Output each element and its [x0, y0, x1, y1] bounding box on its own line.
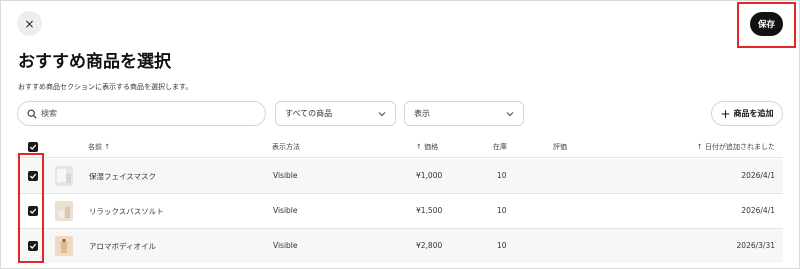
product-thumbnail — [55, 236, 73, 256]
chevron-down-icon — [378, 112, 386, 117]
product-stock: 10 — [497, 206, 507, 215]
product-filter-value: すべての商品 — [285, 109, 333, 118]
table-row[interactable]: アロマボディオイル Visible ¥2,800 10 2026/3/31 — [17, 229, 783, 263]
column-header-display: 表示方法 — [272, 143, 300, 151]
product-name: 保湿フェイスマスク — [89, 172, 157, 181]
table-row[interactable]: リラックスバスソルト Visible ¥1,500 10 2026/4/1 — [17, 194, 783, 228]
save-highlight: 保存 — [737, 2, 796, 48]
search-icon — [27, 109, 37, 119]
view-value: 表示 — [414, 109, 430, 118]
checkbox-highlight — [18, 153, 44, 263]
select-all-checkbox[interactable] — [28, 142, 38, 152]
product-stock: 10 — [497, 171, 507, 180]
product-price: ¥1,500 — [416, 206, 443, 215]
plus-icon: + — [720, 106, 731, 121]
product-price: ¥2,800 — [416, 241, 443, 250]
view-select[interactable]: 表示 — [404, 101, 524, 126]
page-subtitle: おすすめ商品セクションに表示する商品を選択します。 — [18, 83, 193, 91]
column-header-rating: 評価 — [553, 143, 567, 151]
product-display: Visible — [273, 241, 298, 250]
add-product-label: 商品を追加 — [733, 109, 774, 118]
product-name: アロマボディオイル — [89, 242, 156, 251]
product-filter-select[interactable]: すべての商品 — [275, 101, 396, 126]
column-header-name[interactable]: 名前 ↑ — [88, 142, 110, 152]
search-box[interactable] — [17, 101, 266, 126]
divider — [17, 157, 783, 158]
column-header-price[interactable]: ↑ 価格 — [416, 142, 438, 152]
chevron-down-icon — [506, 112, 514, 117]
table-header: 名前 ↑ 表示方法 ↑ 価格 在庫 評価 ↑ 日付が追加されました — [17, 137, 783, 157]
product-date-added: 2026/4/1 — [741, 206, 775, 215]
close-icon: × — [24, 16, 35, 31]
add-product-button[interactable]: + 商品を追加 — [711, 101, 783, 126]
product-thumbnail — [55, 166, 73, 186]
product-price: ¥1,000 — [416, 171, 443, 180]
search-input[interactable] — [41, 109, 241, 118]
check-icon — [29, 144, 37, 150]
product-date-added: 2026/4/1 — [741, 171, 775, 180]
column-header-stock: 在庫 — [493, 143, 507, 151]
product-stock: 10 — [497, 241, 507, 250]
product-date-added: 2026/3/31 — [736, 241, 775, 250]
table-row[interactable]: 保湿フェイスマスク Visible ¥1,000 10 2026/4/1 — [17, 159, 783, 193]
column-header-date-added[interactable]: ↑ 日付が追加されました — [697, 142, 775, 152]
product-display: Visible — [273, 171, 298, 180]
close-button[interactable]: × — [17, 11, 42, 36]
product-thumbnail — [55, 201, 73, 221]
page-title: おすすめ商品を選択 — [18, 52, 171, 72]
product-name: リラックスバスソルト — [89, 207, 164, 216]
product-display: Visible — [273, 206, 298, 215]
save-button[interactable]: 保存 — [750, 12, 783, 36]
